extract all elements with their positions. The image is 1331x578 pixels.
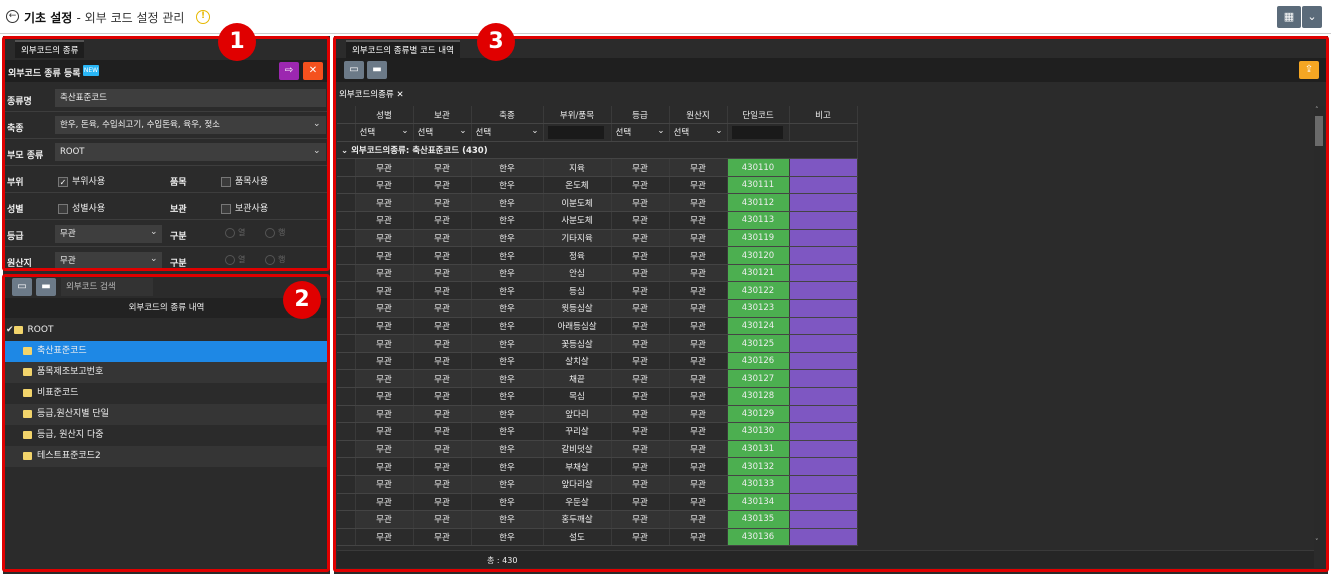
dropdown-button[interactable]: ⌄: [1302, 6, 1322, 28]
highlight-box-3: [333, 36, 1329, 572]
back-icon[interactable]: ←: [6, 10, 19, 23]
badge-one: 1: [218, 23, 256, 61]
badge-three: 3: [477, 23, 515, 61]
layout-button[interactable]: ▦: [1277, 6, 1301, 28]
page-title: 기초 설정 - 외부 코드 설정 관리: [24, 11, 185, 25]
warning-icon[interactable]: !: [196, 10, 210, 24]
highlight-box-1: [2, 36, 330, 271]
highlight-box-2: [2, 274, 330, 572]
page-header: ← 기초 설정 - 외부 코드 설정 관리 ! ▦ ⌄: [0, 0, 1331, 34]
badge-two: 2: [283, 281, 321, 319]
